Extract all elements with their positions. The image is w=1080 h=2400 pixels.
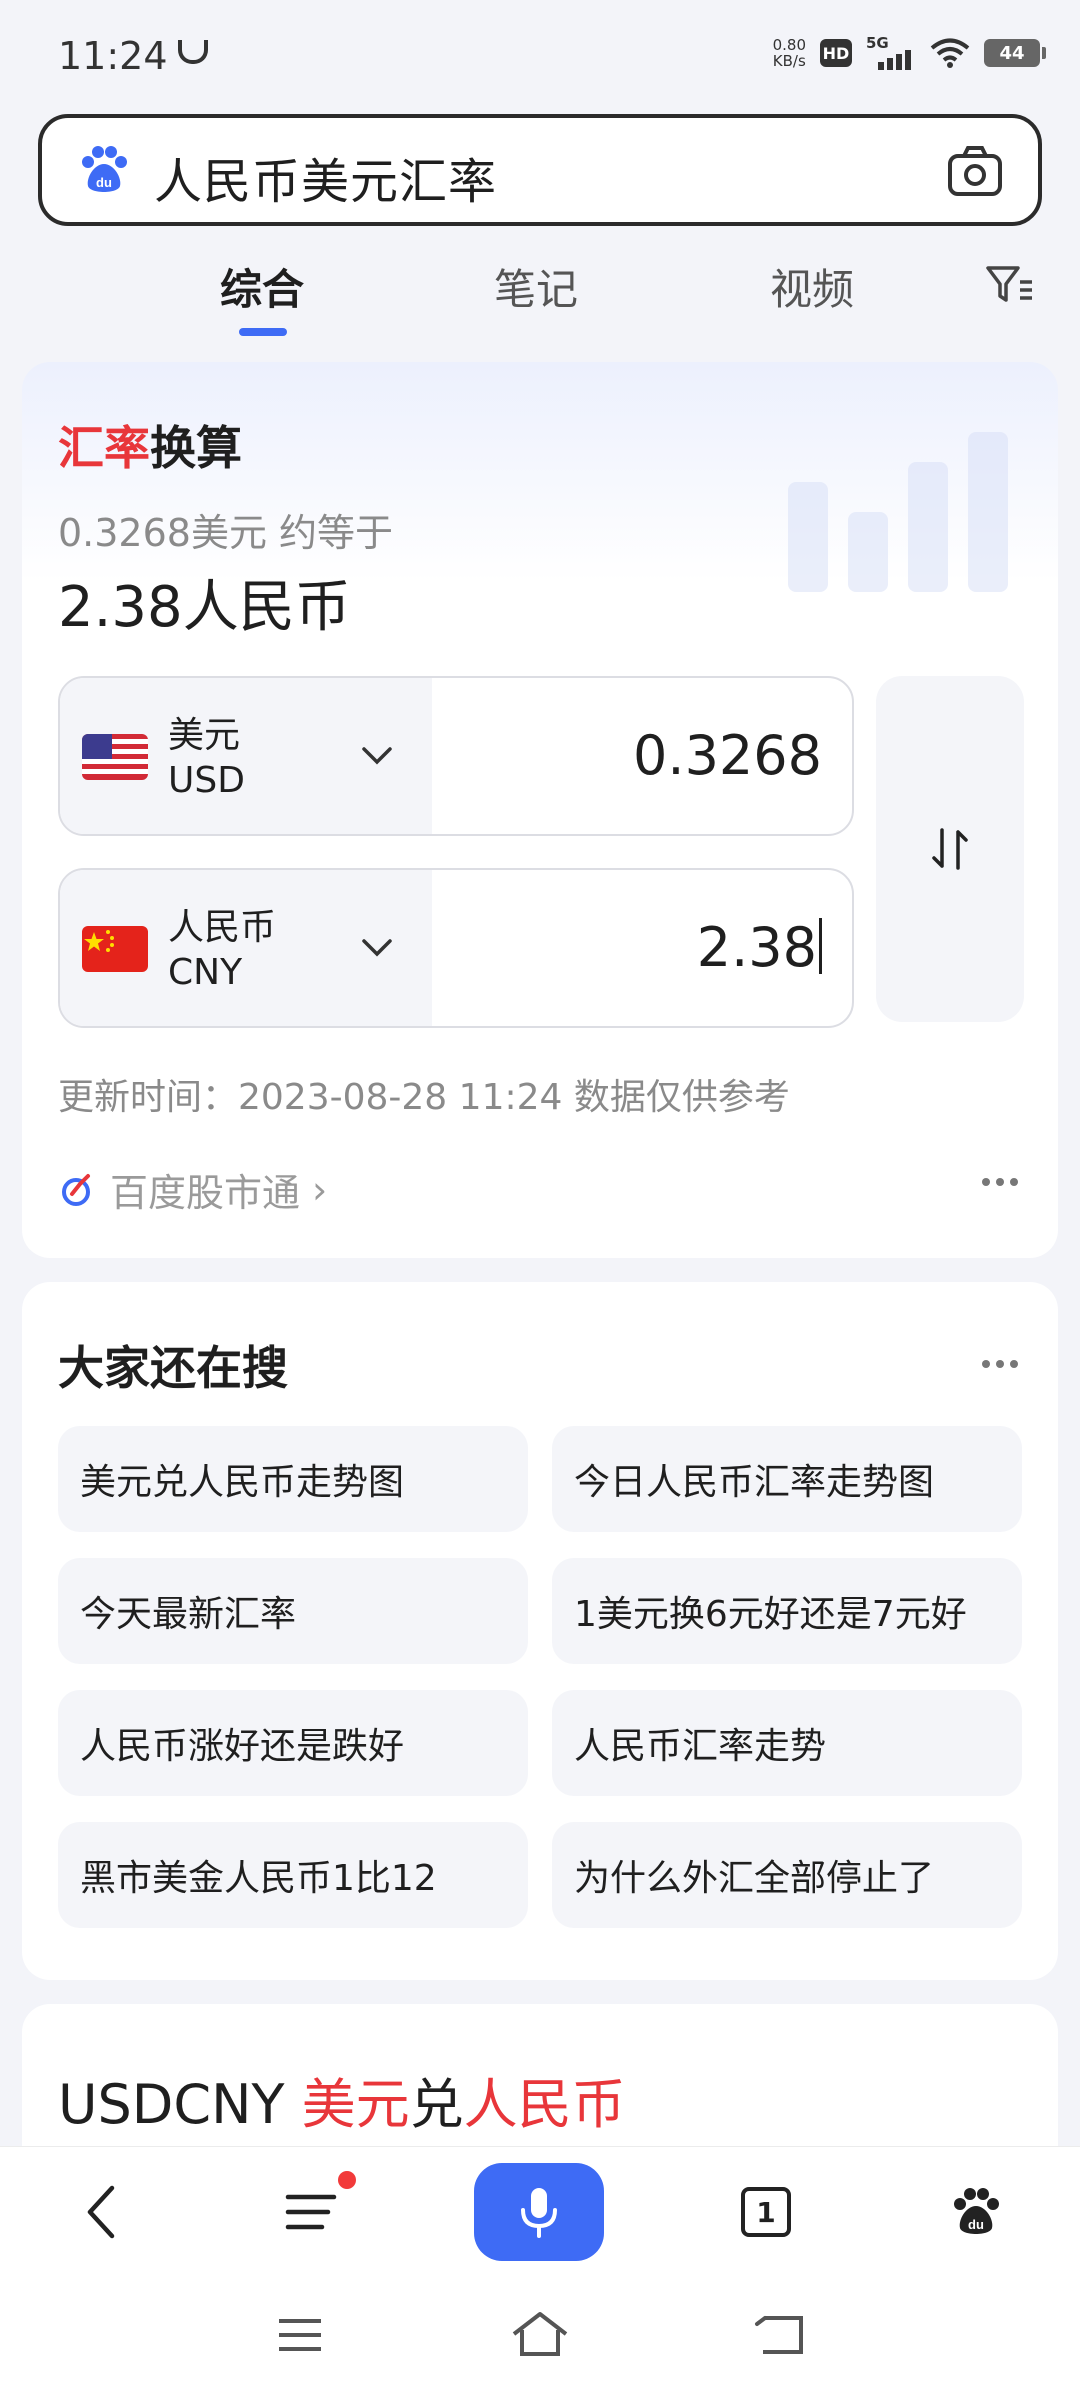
related-search-item[interactable]: 今天最新汇率 [58, 1558, 528, 1664]
home-button[interactable] [500, 2300, 580, 2370]
us-flag-icon [82, 734, 148, 780]
status-indicators: 0.80 KB/s HD 5G 44 [773, 34, 1046, 70]
active-tab-indicator [239, 328, 287, 336]
from-currency-row: 美元 USD 0.3268 [58, 676, 854, 836]
recent-apps-button[interactable] [260, 2300, 340, 2370]
svg-text:du: du [96, 175, 112, 190]
home-icon [512, 2312, 568, 2356]
to-amount-input[interactable]: 2.38 [697, 916, 822, 979]
cn-flag-icon [82, 926, 148, 972]
related-searches-grid: 美元兑人民币走势图 今日人民币汇率走势图 今天最新汇率 1美元换6元好还是7元好… [58, 1426, 1022, 1928]
chart-decoration [788, 432, 1008, 592]
network-speed: 0.80 KB/s [773, 37, 806, 69]
to-amount-value: 2.38 [696, 916, 817, 979]
more-options-icon[interactable] [982, 1360, 1018, 1368]
exchange-subtitle: 0.3268美元 约等于 [58, 511, 394, 555]
more-options-icon[interactable] [982, 1178, 1018, 1186]
search-query[interactable]: 人民币美元汇率 [154, 142, 497, 212]
tabs-count: 1 [741, 2187, 791, 2237]
recent-apps-icon [279, 2319, 321, 2351]
exchange-title-highlight: 汇率 [58, 421, 150, 475]
chevron-down-icon [362, 747, 392, 765]
update-time-note: 更新时间：2023-08-28 11:24 数据仅供参考 [58, 1077, 790, 1118]
voice-search-button[interactable] [474, 2163, 604, 2261]
baidu-home-button[interactable]: du [926, 2167, 1026, 2257]
swap-currency-button[interactable] [876, 676, 1024, 1022]
svg-text:du: du [968, 2217, 984, 2232]
text-caret [819, 918, 822, 974]
chevron-left-icon [87, 2185, 115, 2239]
usdcny-connector: 兑 [409, 2073, 464, 2136]
filter-icon[interactable] [984, 262, 1034, 308]
tab-notes[interactable]: 笔记 [494, 256, 578, 317]
chevron-down-icon [362, 939, 392, 957]
related-searches-card: 大家还在搜 美元兑人民币走势图 今日人民币汇率走势图 今天最新汇率 1美元换6元… [22, 1282, 1058, 1980]
battery-icon: 44 [984, 39, 1046, 67]
microphone-icon [521, 2188, 557, 2238]
baidu-paw-icon: du [954, 2188, 999, 2234]
related-search-item[interactable]: 为什么外汇全部停止了 [552, 1822, 1022, 1928]
from-currency-code: USD [168, 760, 245, 801]
from-currency-selector[interactable]: 美元 USD [60, 678, 432, 834]
stock-app-icon [62, 1173, 90, 1206]
bottom-toolbar: 1 du [0, 2146, 1080, 2276]
related-search-item[interactable]: 人民币涨好还是跌好 [58, 1690, 528, 1796]
exchange-card-title: 汇率换算 [58, 412, 242, 478]
related-search-item[interactable]: 今日人民币汇率走势图 [552, 1426, 1022, 1532]
related-search-item[interactable]: 人民币汇率走势 [552, 1690, 1022, 1796]
source-name: 百度股市通 [110, 1171, 301, 1215]
from-currency-name: 美元 [168, 715, 241, 756]
back-button[interactable] [52, 2167, 152, 2257]
to-currency-code: CNY [168, 952, 243, 993]
wifi-icon [930, 38, 970, 68]
usdcny-title: USDCNY 美元兑人民币 [58, 2060, 626, 2139]
tab-comprehensive[interactable]: 综合 [220, 256, 304, 317]
status-bar: 11:24 0.80 KB/s HD 5G 44 [0, 0, 1080, 110]
menu-icon [285, 2194, 337, 2230]
result-tabs: 综合 笔记 视频 [0, 250, 1080, 340]
related-search-item[interactable]: 1美元换6元好还是7元好 [552, 1558, 1022, 1664]
search-box[interactable]: du 人民币美元汇率 [38, 114, 1042, 226]
tab-videos[interactable]: 视频 [770, 256, 854, 317]
source-link[interactable]: 百度股市通 › [58, 1162, 327, 1217]
usd-name: 美元 [301, 2073, 410, 2136]
status-time: 11:24 [58, 34, 168, 78]
exchange-title-rest: 换算 [150, 421, 242, 475]
signal-icon: 5G [866, 34, 916, 70]
usdcny-code: USDCNY [58, 2073, 285, 2136]
exchange-result: 2.38人民币 [58, 575, 351, 640]
notification-icon [178, 40, 208, 64]
cny-name: 人民币 [463, 2073, 626, 2136]
notification-dot [338, 2171, 356, 2189]
chevron-right-icon: › [312, 1167, 328, 1212]
back-arrow-icon [755, 2316, 803, 2354]
network-speed-unit: KB/s [772, 52, 806, 70]
exchange-rate-card: 汇率换算 0.3268美元 约等于 2.38人民币 美元 USD 0.3268 [22, 362, 1058, 1258]
hd-icon: HD [820, 39, 852, 67]
swap-arrows-icon [932, 828, 968, 870]
related-searches-title: 大家还在搜 [58, 1341, 288, 1395]
to-currency-row: 人民币 CNY 2.38 [58, 868, 854, 1028]
to-currency-selector[interactable]: 人民币 CNY [60, 870, 432, 1026]
related-search-item[interactable]: 黑市美金人民币1比12 [58, 1822, 528, 1928]
related-search-item[interactable]: 美元兑人民币走势图 [58, 1426, 528, 1532]
baidu-paw-icon: du [82, 146, 127, 192]
system-navigation-bar [0, 2276, 1080, 2400]
network-speed-value: 0.80 [772, 36, 806, 54]
camera-icon[interactable] [946, 144, 1004, 198]
from-amount-input[interactable]: 0.3268 [633, 724, 822, 787]
system-back-button[interactable] [740, 2300, 820, 2370]
to-currency-name: 人民币 [168, 907, 277, 948]
tabs-button[interactable]: 1 [716, 2167, 816, 2257]
